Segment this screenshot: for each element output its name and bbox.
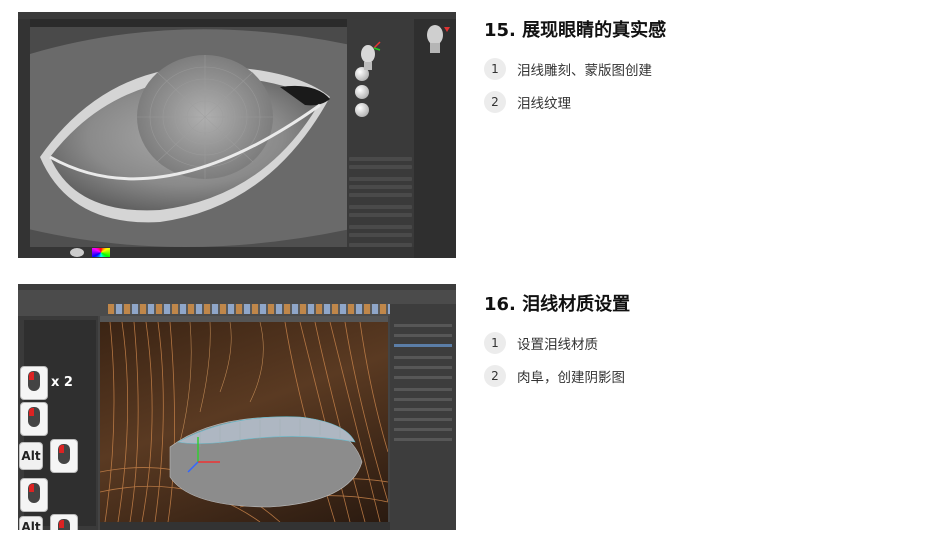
maya-viewport: [100, 322, 388, 522]
list-item: 1 设置泪线材质: [484, 332, 598, 354]
head-thumbnail-icon: [427, 25, 450, 53]
alt-key: Alt: [19, 442, 43, 470]
mouse-left-click-icon: [20, 366, 48, 400]
section-title: 15. 展现眼睛的真实感: [484, 20, 667, 41]
section-title: 16. 泪线材质设置: [484, 294, 631, 315]
mouse-left-click-icon: [50, 514, 78, 530]
shelf-icons: [108, 304, 398, 314]
zbrush-bottom-shelf: [30, 247, 414, 258]
step-number: 2: [484, 91, 506, 113]
step-number: 1: [484, 332, 506, 354]
maya-attribute-editor: [390, 304, 456, 530]
zbrush-left-shelf: [18, 19, 30, 258]
eye-sculpt-render: [30, 27, 347, 247]
mouse-left-click-icon: [20, 478, 48, 512]
step-text: 泪线雕刻、蒙版图创建: [517, 63, 652, 79]
step-text: 设置泪线材质: [517, 337, 598, 353]
step-number: 1: [484, 58, 506, 80]
step-number: 2: [484, 365, 506, 387]
zbrush-subtool-panel: [414, 19, 456, 258]
click-multiplier: x 2: [51, 375, 73, 390]
material-thumb-icon: [355, 85, 369, 99]
list-item: 2 泪线纹理: [484, 91, 571, 113]
head-navigator-icon: [361, 41, 381, 70]
maya-timeline: [100, 522, 390, 530]
list-item: 1 泪线雕刻、蒙版图创建: [484, 58, 652, 80]
hair-eye-render: [100, 322, 388, 522]
section-15: 15. 展现眼睛的真实感 1 泪线雕刻、蒙版图创建 2 泪线纹理: [0, 0, 930, 265]
maya-lacrimal-screenshot: x 2 Alt Alt: [18, 284, 456, 530]
mouse-left-click-icon: [50, 439, 78, 473]
mouse-left-click-icon: [20, 402, 48, 436]
step-text: 肉阜，创建阴影图: [517, 370, 625, 386]
zbrush-viewport: [30, 27, 347, 247]
zbrush-eye-screenshot: [18, 12, 456, 258]
list-item: 2 肉阜，创建阴影图: [484, 365, 625, 387]
zbrush-menubar: [18, 12, 456, 19]
material-thumb-icon: [355, 103, 369, 117]
step-text: 泪线纹理: [517, 96, 571, 112]
alt-key: Alt: [19, 516, 43, 530]
